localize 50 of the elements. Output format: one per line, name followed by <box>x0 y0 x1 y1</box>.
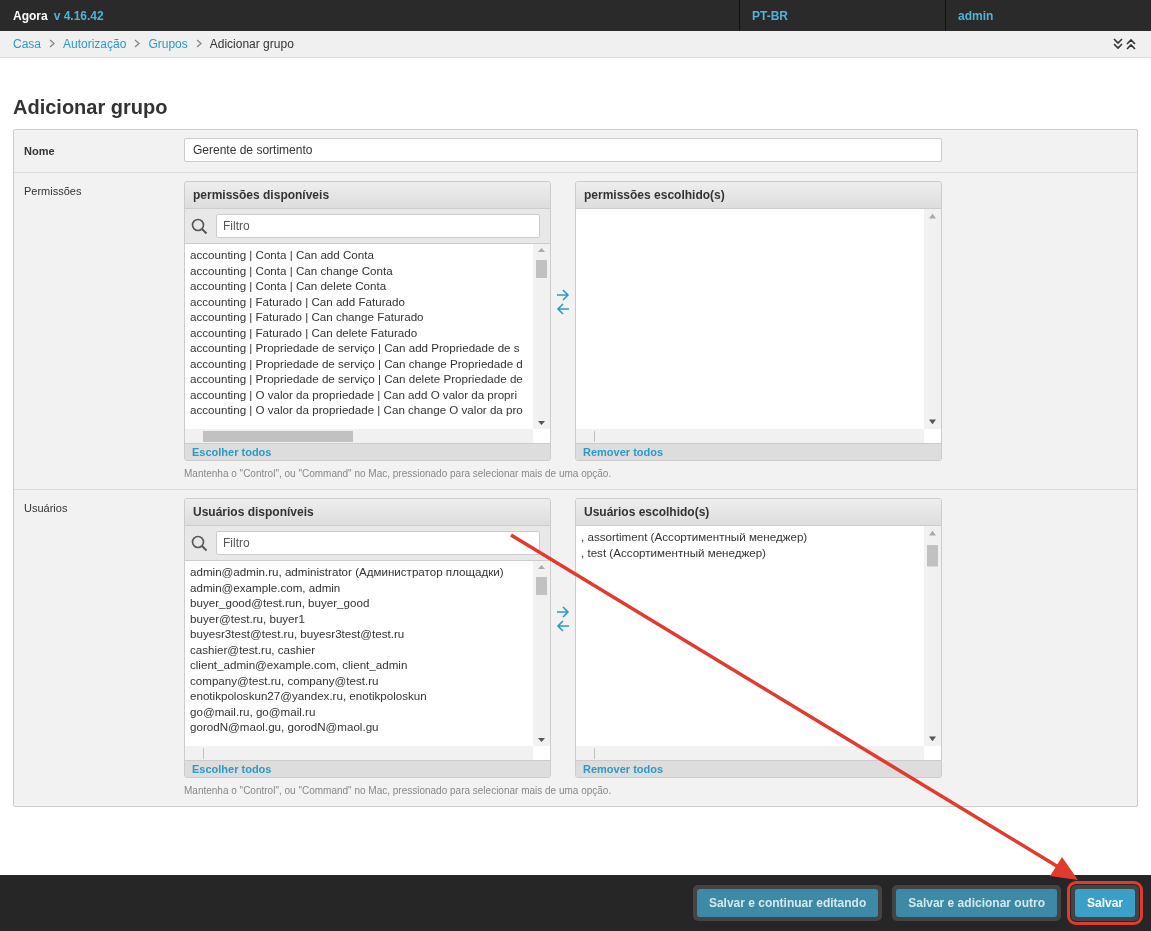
panel-title: permissões escolhido(s) <box>576 182 941 209</box>
left-arrow-icon[interactable] <box>556 620 570 632</box>
right-arrow-icon[interactable] <box>556 606 570 618</box>
list-option[interactable]: buyer_good@test.run, buyer_good <box>190 595 533 611</box>
panel-title: Usuários escolhido(s) <box>576 499 941 526</box>
list-option[interactable]: , assortiment (Ассортиментный менеджер) <box>581 529 924 545</box>
search-icon <box>191 534 208 552</box>
list-option[interactable]: admin@example.com, admin <box>190 579 533 595</box>
help-text: Mantenha o "Control", ou "Command" no Mac, pressionado para selecionar mais de uma opção. <box>184 785 613 796</box>
chevron-icon <box>195 39 202 48</box>
filter-field[interactable]: Filtro <box>216 214 540 238</box>
field-label: Permissões <box>24 184 83 199</box>
list-option[interactable]: , test (Ассортиментный менеджер) <box>581 544 924 560</box>
list-option[interactable]: company@test.ru, company@test.ru <box>190 672 533 688</box>
version-label: v 4.16.42 <box>53 8 104 23</box>
list-option[interactable]: go@mail.ru, go@mail.ru <box>190 703 533 719</box>
list-option[interactable]: enotikpoloskun27@yandex.ru, enotikpoloskun <box>190 688 533 704</box>
filter-field[interactable]: Filtro <box>216 531 540 555</box>
list-option[interactable]: gorodN@maol.gu, gorodN@maol.gu <box>190 719 533 735</box>
name-field[interactable]: Gerente de sortimento <box>184 138 942 162</box>
list-option[interactable]: accounting | Faturado | Can change Faturado <box>190 309 533 325</box>
list-option[interactable]: accounting | Faturado | Can add Faturado <box>190 293 533 309</box>
list-option[interactable]: accounting | Propriedade de serviço | Can change Propriedade d <box>190 355 533 371</box>
field-label: Nome <box>24 144 56 159</box>
search-icon <box>191 217 208 235</box>
field-label: Usuários <box>24 501 69 516</box>
breadcrumb-current: Adicionar grupo <box>209 37 294 51</box>
list-option[interactable]: accounting | Conta | Can delete Conta <box>190 278 533 294</box>
app-name: Agora <box>12 8 48 23</box>
list-option[interactable]: accounting | Faturado | Can delete Faturado <box>190 324 533 340</box>
collapse-all-icon[interactable] <box>1112 38 1138 50</box>
chevron-icon <box>49 39 55 48</box>
list-option[interactable]: accounting | Conta | Can add Conta <box>190 247 533 263</box>
list-option[interactable]: accounting | O valor da propriedade | Can change O valor da pro <box>190 402 533 418</box>
right-arrow-icon[interactable] <box>556 289 570 301</box>
list-option[interactable]: accounting | O valor da propriedade | Can add O valor da propri <box>190 386 533 402</box>
list-option[interactable]: accounting | Propriedade de serviço | Can delete Propriedade de <box>190 371 533 387</box>
list-option[interactable]: buyer@test.ru, buyer1 <box>190 610 533 626</box>
panel-title: permissões disponíveis <box>185 182 550 209</box>
panel-title: Usuários disponíveis <box>185 499 550 526</box>
chevron-icon <box>134 39 141 48</box>
list-option[interactable]: accounting | Conta | Can change Conta <box>190 262 533 278</box>
list-option[interactable]: admin@admin.ru, administrator (Администратор площадки) <box>190 564 533 580</box>
left-arrow-icon[interactable] <box>556 303 570 315</box>
list-option[interactable]: buyesr3test@test.ru, buyesr3test@test.ru <box>190 626 533 642</box>
page-title: Adicionar grupo <box>13 96 169 119</box>
list-option[interactable]: client_admin@example.com, client_admin <box>190 657 533 673</box>
list-option[interactable]: accounting | Propriedade de serviço | Can add Propriedade de s <box>190 340 533 356</box>
help-text: Mantenha o "Control", ou "Command" no Mac, pressionado para selecionar mais de uma opção. <box>184 468 613 479</box>
list-option[interactable]: cashier@test.ru, cashier <box>190 641 533 657</box>
